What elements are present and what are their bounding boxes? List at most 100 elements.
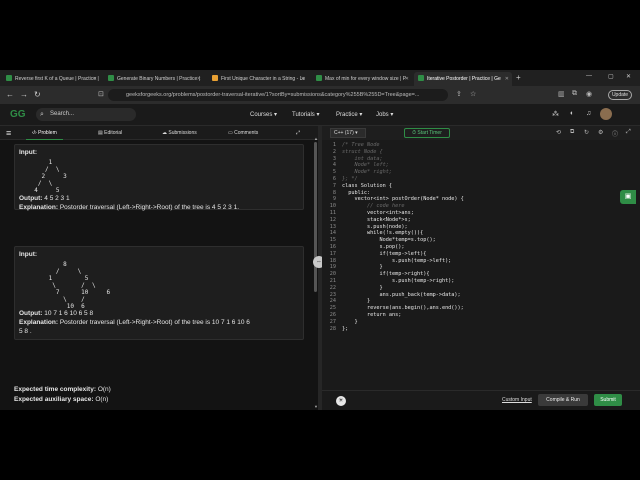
tab-comments[interactable]: ▭ Comments (228, 126, 258, 140)
language-select[interactable]: C++ (17) ▾ (330, 128, 366, 138)
chat-icon[interactable]: ▣ (620, 190, 636, 204)
menu-courses[interactable]: Courses ▾ (250, 111, 277, 118)
menu-jobs[interactable]: Jobs ▾ (376, 111, 393, 118)
code-text: if(temp->right){ (342, 271, 430, 278)
close-icon[interactable]: ✕ (405, 72, 409, 86)
code-text: while(!s.empty()){ (342, 230, 424, 237)
scrollbar[interactable] (314, 142, 317, 292)
browser-tab-3[interactable]: First Unique Character in a String - Le ✕ (208, 72, 308, 86)
close-icon[interactable]: ✕ (93, 72, 97, 86)
site-info-icon[interactable]: ⊡ (98, 90, 104, 98)
compile-run-button[interactable]: Compile & Run (538, 394, 588, 406)
line-number: 16 (329, 244, 336, 250)
close-window-icon[interactable]: ✕ (626, 73, 631, 80)
menu-label: Jobs (376, 112, 389, 118)
undo-icon[interactable]: ⟲ (556, 129, 561, 136)
expand-icon[interactable]: ⤢ (296, 126, 300, 140)
code-text: Node*temp=s.top(); (342, 237, 436, 244)
tab-submissions[interactable]: ☁ Submissions (162, 126, 197, 140)
info-icon[interactable]: ⓘ (612, 129, 618, 138)
line-number: 2 (332, 148, 336, 155)
code-text: }; */ (342, 176, 358, 182)
share-icon[interactable]: ⇪ (456, 90, 462, 98)
search-input[interactable]: ⌕ Search... (36, 108, 136, 121)
code-text: }; (342, 325, 349, 332)
line-number: 4 (332, 162, 336, 169)
space-label: Expected auxiliary space: (14, 396, 94, 403)
code-editor: C++ (17) ▾ ⏱ Start Timer ⟲ ⧉ ↻ ⚙ ⓘ ⤢ 1 /*… (322, 126, 640, 410)
new-tab-button[interactable]: + (516, 73, 521, 82)
close-icon[interactable]: ✕ (301, 72, 305, 86)
update-button[interactable]: Update (608, 90, 632, 100)
tab-label: First Unique Character in a String - Le (221, 76, 306, 82)
explanation-text: Postorder traversal (Left->Right->Root) … (59, 319, 250, 326)
line-number: 27 (329, 318, 336, 325)
sidebar-icon[interactable]: ▥ (558, 90, 565, 98)
address-bar: ← → ↻ ⊡ geeksforgeeks.org/problems/posto… (0, 86, 640, 104)
fullscreen-icon[interactable]: ⤢ (626, 129, 631, 136)
search-icon: ⌕ (40, 111, 44, 118)
code-text: s.push(temp->left); (342, 257, 452, 264)
close-icon[interactable]: ✕ (197, 72, 201, 86)
tab-label: Comments (234, 130, 259, 136)
custom-input-toggle[interactable]: Custom Input (502, 397, 532, 403)
minimize-icon[interactable]: — (586, 73, 592, 79)
start-timer-button[interactable]: ⏱ Start Timer (404, 128, 450, 138)
close-icon[interactable]: ✕ (505, 72, 509, 86)
menu-icon[interactable]: ≡ (6, 128, 11, 138)
notification-icon[interactable]: ♫ (586, 110, 591, 117)
submit-button[interactable]: Submit (594, 394, 622, 406)
browser-tab-4[interactable]: Max of min for every window size | P ✕ (312, 72, 412, 86)
avatar[interactable] (600, 108, 612, 120)
line-number: 10 (329, 203, 336, 210)
menu-tutorials[interactable]: Tutorials ▾ (292, 111, 319, 118)
reload-icon[interactable]: ↻ (34, 90, 41, 99)
code-text: } (342, 264, 383, 271)
line-number: 12 (329, 216, 336, 223)
timer-label: Start Timer (417, 130, 442, 136)
forward-icon[interactable]: → (20, 90, 28, 99)
copy-icon[interactable]: ⧉ (570, 129, 574, 136)
url-field[interactable]: geeksforgeeks.org/problems/postorder-tra… (108, 89, 448, 101)
line-number: 1 (332, 142, 336, 148)
browser-tab-1[interactable]: Reverse first K of a Queue | Practice | ✕ (2, 72, 100, 86)
code-text: } (342, 318, 358, 325)
editor-toolbar: C++ (17) ▾ ⏱ Start Timer ⟲ ⧉ ↻ ⚙ ⓘ ⤢ (322, 126, 640, 140)
tab-editorial[interactable]: ▤ Editorial (98, 126, 122, 140)
code-text: } (342, 298, 371, 305)
menu-label: Tutorials (292, 112, 315, 118)
time-value: O(n) (97, 386, 111, 393)
tab-problem[interactable]: ‹/› Problem (26, 126, 63, 140)
example-2-output: Output: 10 7 1 6 10 6 5 8 (19, 310, 93, 317)
explanation-text: Postorder traversal (Left->Right->Root) … (59, 204, 240, 211)
code-text: return ans; (342, 312, 402, 318)
time-label: Expected time complexity: (14, 386, 96, 393)
line-number: 5 (332, 169, 336, 176)
theme-toggle-icon[interactable]: ◐ (570, 110, 574, 117)
leetcode-favicon-icon (212, 75, 218, 81)
reset-icon[interactable]: ↻ (584, 129, 589, 136)
browser-tab-5[interactable]: Iterative Postorder | Practice | Ge ✕ (414, 72, 512, 86)
extensions-icon[interactable]: ⧉ (572, 90, 577, 98)
gfg-logo[interactable]: GG (10, 109, 26, 120)
tab-bar: Reverse first K of a Queue | Practice | ✕… (0, 70, 640, 86)
hint-icon[interactable]: ☀ (336, 396, 346, 406)
gfg-favicon-icon (316, 75, 322, 81)
space-complexity: Expected auxiliary space: O(n) (14, 396, 108, 403)
input-label: Input: (19, 149, 38, 156)
input-label: Input: (19, 251, 38, 258)
profile-icon[interactable]: ◉ (586, 90, 592, 98)
back-icon[interactable]: ← (6, 90, 14, 99)
explanation-label: Explanation: (19, 319, 59, 326)
maximize-icon[interactable]: ▢ (608, 73, 614, 80)
browser-tab-2[interactable]: Generate Binary Numbers | Practice | ✕ (104, 72, 204, 86)
translate-icon[interactable]: ⁂ (552, 110, 559, 118)
settings-icon[interactable]: ⚙ (598, 129, 603, 136)
bookmark-icon[interactable]: ☆ (470, 90, 476, 98)
example-1-tree: 1 / \ 2 3 / \ 4 5 (34, 159, 67, 194)
line-number: 8 (332, 189, 336, 196)
tab-label: Iterative Postorder | Practice | Ge (427, 76, 501, 82)
menu-practice[interactable]: Practice ▾ (336, 111, 362, 118)
editor-footer: ☀ Custom Input Compile & Run Submit (322, 390, 640, 410)
code-text: class Solution { (342, 182, 392, 189)
